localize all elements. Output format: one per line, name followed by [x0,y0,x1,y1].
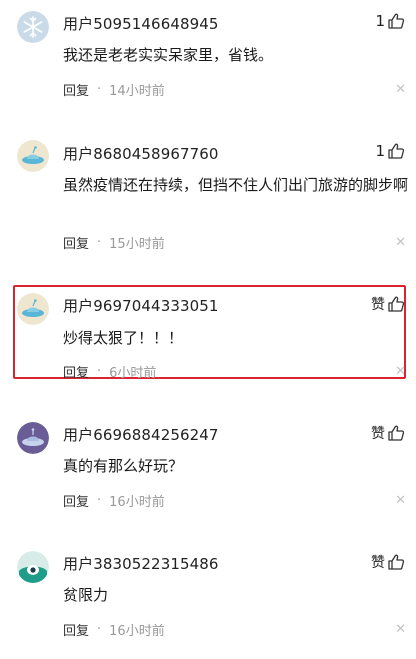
comment-text: 虽然疫情还在持续，但挡不住人们出门旅游的脚步啊 [63,176,409,194]
snowflake-avatar-icon [17,11,49,43]
close-icon[interactable]: ✕ [395,364,406,379]
reply-button[interactable]: 回复 [63,80,89,99]
like-button[interactable]: 赞 [371,423,405,443]
ufo-purple-avatar-icon [17,422,49,454]
username[interactable]: 用户6696884256247 [63,424,219,445]
timestamp: 16小时前 [109,624,165,639]
timestamp: 14小时前 [109,84,165,99]
like-label: 赞 [371,426,385,442]
reply-button[interactable]: 回复 [63,491,89,510]
like-button[interactable]: 赞 [371,294,405,314]
comment-text: 贫限力 [63,586,109,604]
separator-dot: · [97,364,102,379]
username[interactable]: 用户3830522315486 [63,553,219,574]
comment-text: 真的有那么好玩？ [63,457,184,475]
like-label: 赞 [371,297,385,313]
thumbs-up-icon [388,425,405,441]
thumbs-up-icon [388,554,405,570]
comment-text: 我还是老老实实呆家里，省钱。 [63,46,274,64]
ufo-teal-avatar-icon [17,551,49,583]
like-button[interactable]: 1 [375,12,405,30]
user-avatar[interactable] [17,140,49,172]
username[interactable]: 用户8680458967760 [63,143,219,164]
username[interactable]: 用户5095146648945 [63,13,219,34]
ufo-avatar-icon [17,293,49,325]
like-count: 1 [375,12,385,30]
thumbs-up-icon [388,13,405,29]
separator-dot: · [97,622,102,637]
like-button[interactable]: 赞 [371,552,405,572]
like-count: 1 [375,142,385,160]
comment-meta: 回复 · 15小时前 ✕ [63,233,406,252]
like-button[interactable]: 1 [375,142,405,160]
close-icon[interactable]: ✕ [395,622,406,637]
comment-meta: 回复 · 16小时前 ✕ [63,620,406,639]
reply-button[interactable]: 回复 [63,620,89,639]
close-icon[interactable]: ✕ [395,82,406,97]
ufo-avatar-icon [17,140,49,172]
separator-dot: · [97,82,102,97]
timestamp: 6小时前 [109,366,157,381]
separator-dot: · [97,235,102,250]
like-label: 赞 [371,555,385,571]
reply-button[interactable]: 回复 [63,233,89,252]
user-avatar[interactable] [17,293,49,325]
comment-meta: 回复 · 16小时前 ✕ [63,491,406,510]
user-avatar[interactable] [17,11,49,43]
user-avatar[interactable] [17,422,49,454]
timestamp: 16小时前 [109,495,165,510]
reply-button[interactable]: 回复 [63,362,89,381]
separator-dot: · [97,493,102,508]
user-avatar[interactable] [17,551,49,583]
thumbs-up-icon [388,143,405,159]
timestamp: 15小时前 [109,237,165,252]
thumbs-up-icon [388,296,405,312]
comment-text: 炒得太狠了！！！ [63,329,184,347]
close-icon[interactable]: ✕ [395,235,406,250]
comment-meta: 回复 · 14小时前 ✕ [63,80,406,99]
close-icon[interactable]: ✕ [395,493,406,508]
username[interactable]: 用户9697044333051 [63,295,219,316]
comment-meta: 回复 · 6小时前 ✕ [63,362,406,381]
